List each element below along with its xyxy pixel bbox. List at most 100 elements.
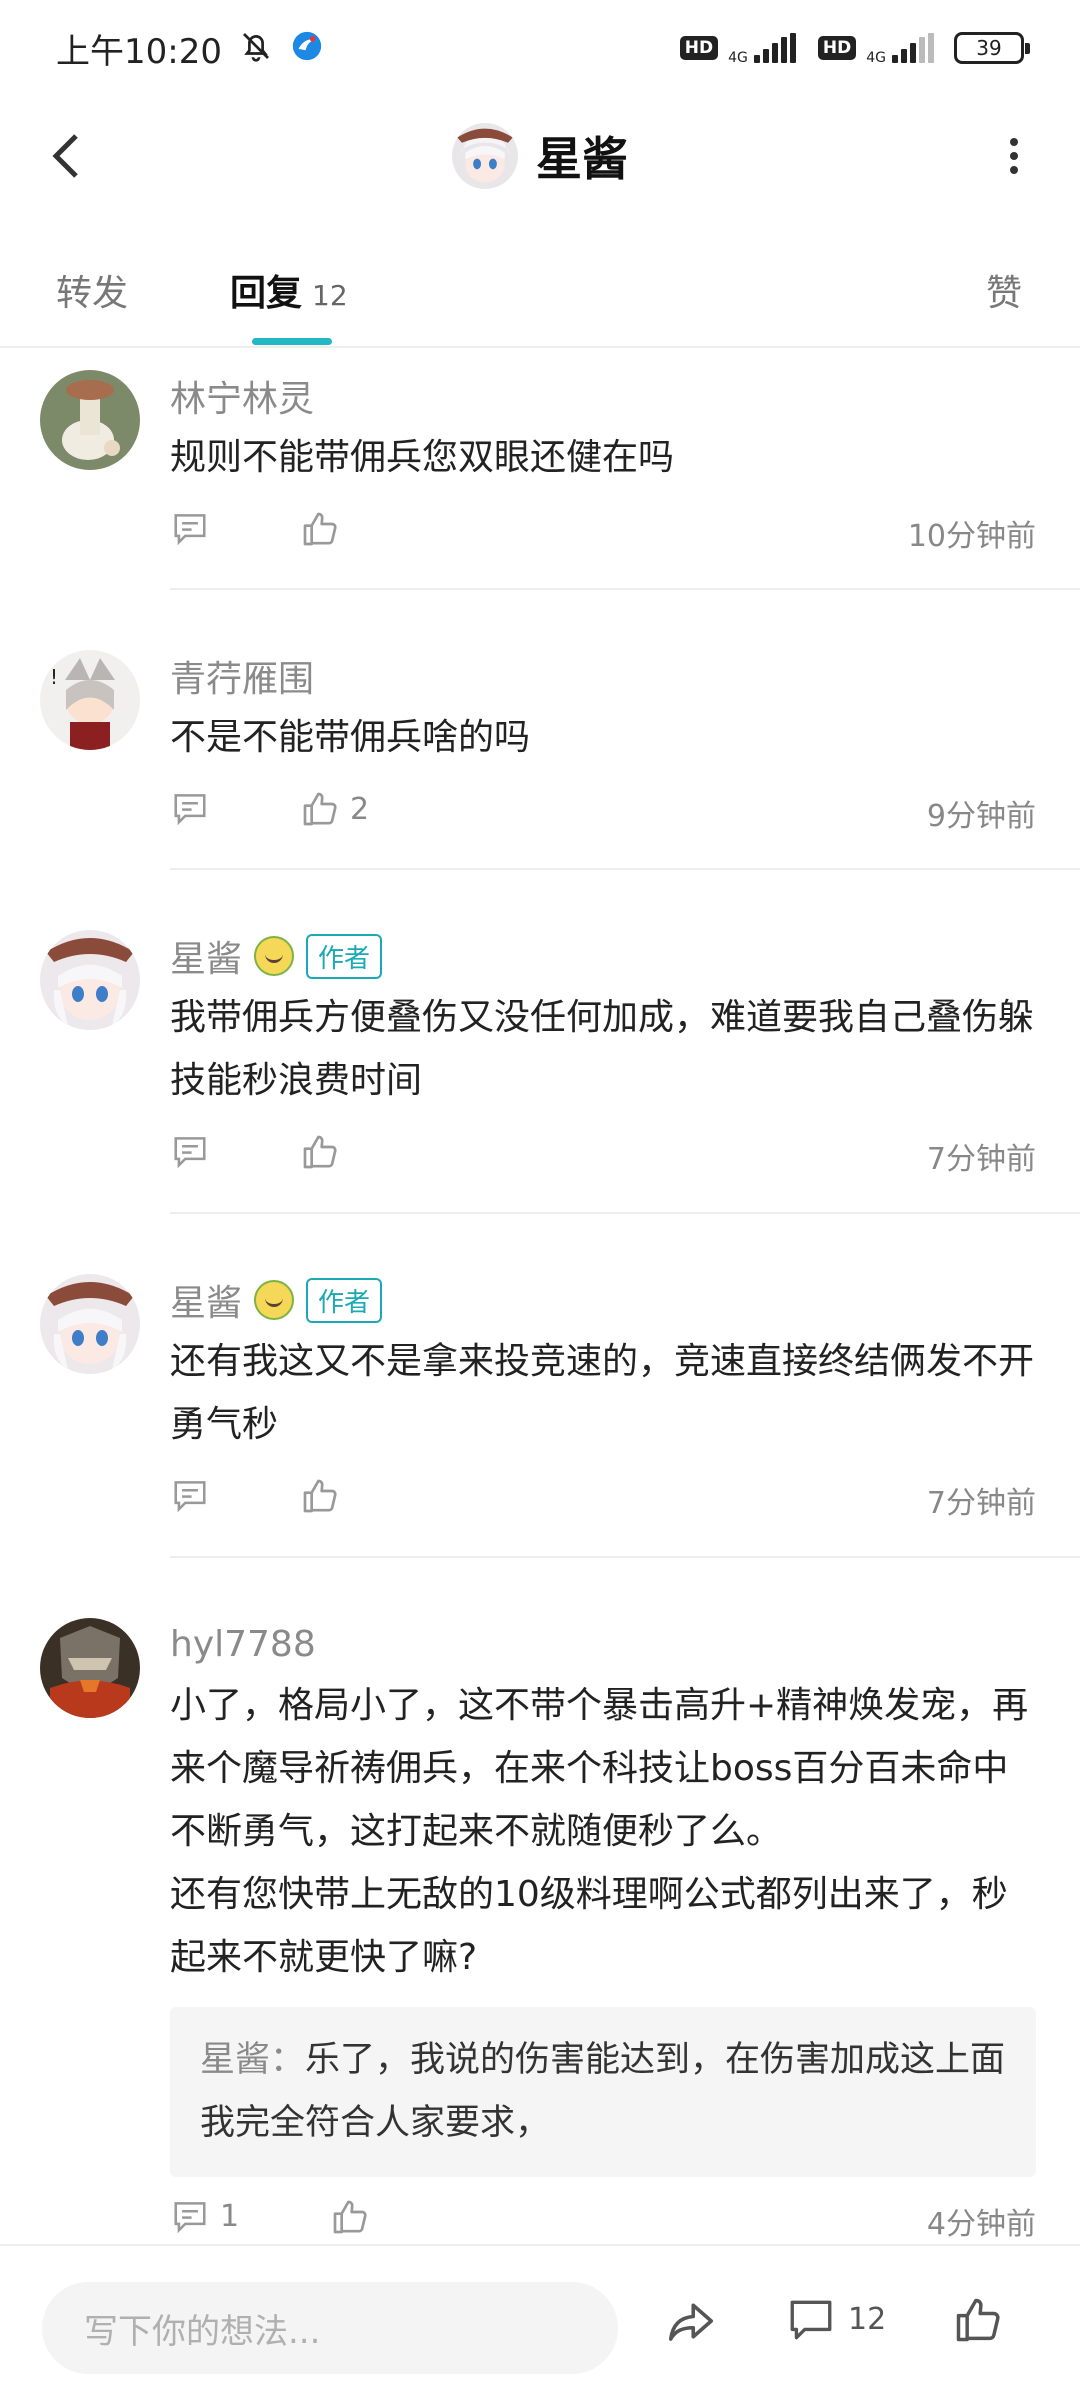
level-badge-icon — [254, 1280, 295, 1320]
network-type-1: 4G — [728, 50, 748, 66]
status-right: HD 4G HD 4G 39 — [679, 30, 1030, 66]
like-button[interactable] — [300, 509, 350, 549]
status-left: 上午10:20 — [56, 24, 324, 73]
comment-author[interactable]: 青荇雁围 — [170, 650, 314, 702]
back-chevron-icon — [52, 134, 78, 178]
tab-likes-label: 赞 — [986, 273, 1023, 314]
comment-actions: 10分钟前 — [170, 499, 1036, 569]
nested-reply-content: 星酱：乐了，我说的伤害能达到，在伤害加成这上面我完全符合人家要求， — [200, 2029, 1006, 2155]
comment-actions: 2 9分钟前 — [170, 779, 1036, 849]
more-vertical-icon — [1010, 138, 1018, 174]
thumbs-up-icon — [303, 1479, 337, 1513]
like-button[interactable] — [300, 1132, 350, 1172]
nested-reply-text: 乐了，我说的伤害能达到，在伤害加成这上面我完全符合人家要求， — [200, 2040, 1006, 2143]
comment-actions: 7分钟前 — [170, 1466, 1036, 1536]
avatar[interactable] — [40, 930, 140, 1030]
comments-count: 12 — [848, 2301, 887, 2337]
comment-icon — [790, 2300, 832, 2340]
comment-time: 4分钟前 — [926, 2207, 1036, 2240]
thumbs-up-icon — [303, 1135, 337, 1169]
comment-icon — [174, 794, 206, 826]
divider — [170, 588, 1080, 590]
status-bar: 上午10:20 HD 4G HD 4G 39 — [0, 0, 1080, 96]
nested-reply-author[interactable]: 星酱 — [200, 2040, 270, 2080]
nested-reply-separator: ： — [270, 2040, 306, 2080]
avatar[interactable]: ! — [40, 650, 140, 750]
comment-body: 青荇雁围 不是不能带佣兵啥的吗 2 9分钟前 — [170, 650, 1036, 849]
hd-label-1: HD — [679, 36, 719, 60]
comment-list[interactable]: 林宁林灵 规则不能带佣兵您双眼还健在吗 10分钟前 ! 青荇雁围 不是不能带佣兵… — [0, 350, 1080, 2240]
avatar[interactable] — [40, 1274, 140, 1374]
network-type-2: 4G — [866, 50, 886, 66]
like-button[interactable]: 2 — [300, 789, 369, 829]
like-post-button[interactable] — [952, 2294, 1004, 2346]
comment-time: 7分钟前 — [926, 1486, 1036, 1521]
hd-label-2: HD — [817, 36, 857, 60]
comment-header: 青荇雁围 — [170, 650, 1036, 702]
divider — [170, 868, 1080, 870]
comment-actions: 7分钟前 — [170, 1122, 1036, 1192]
tab-replies-label: 回复 — [230, 273, 303, 314]
signal-icon-1 — [753, 33, 796, 63]
comment-body: hyl7788 小了，格局小了，这不带个暴击高升+精神焕发宠，再来个魔导祈祷佣兵… — [170, 1618, 1036, 2240]
thumbs-up-icon — [333, 2200, 367, 2234]
reply-count: 1 — [220, 2198, 240, 2234]
avatar[interactable] — [40, 370, 140, 470]
tab-likes[interactable]: 赞 — [986, 264, 1022, 316]
divider — [170, 1556, 1080, 1558]
author-badge: 作者 — [306, 933, 383, 979]
share-arrow-icon — [668, 2303, 714, 2341]
battery-icon: 39 — [954, 32, 1030, 64]
comment-author[interactable]: 林宁林灵 — [170, 370, 314, 422]
tab-bar: 转发 回复 12 赞 — [0, 240, 1080, 348]
like-button[interactable] — [330, 2197, 370, 2237]
tab-indicator — [252, 338, 332, 345]
mute-bell-icon — [238, 28, 274, 68]
reply-button[interactable]: 1 — [170, 2197, 239, 2235]
comment-time: 7分钟前 — [926, 1142, 1036, 1177]
reply-button[interactable] — [170, 1132, 210, 1170]
nested-reply[interactable]: 星酱：乐了，我说的伤害能达到，在伤害加成这上面我完全符合人家要求， — [170, 2007, 1036, 2177]
comment-text: 规则不能带佣兵您双眼还健在吗 — [170, 437, 675, 478]
thumbs-up-icon — [303, 512, 337, 546]
thumbs-up-icon — [303, 792, 337, 826]
tab-repost-label: 转发 — [56, 273, 129, 314]
comment-time: 9分钟前 — [926, 799, 1036, 834]
comment-author[interactable]: hyl7788 — [170, 1624, 316, 1665]
header-title: 星酱 — [452, 123, 628, 189]
comment-icon — [174, 1481, 206, 1513]
like-count: 2 — [350, 791, 370, 827]
tab-replies-count: 12 — [312, 279, 348, 312]
svg-text:!: ! — [50, 665, 58, 689]
comment-body: 星酱 作者 还有我这又不是拿来投竞速的，竞速直接终结俩发不开勇气秒 7分钟前 — [170, 1274, 1036, 1536]
share-button[interactable] — [664, 2294, 718, 2348]
comment-author[interactable]: 星酱 — [170, 1274, 242, 1326]
app-notification-icon — [290, 29, 324, 67]
divider — [170, 1212, 1080, 1214]
status-time: 上午10:20 — [56, 31, 222, 72]
avatar[interactable] — [40, 1618, 140, 1718]
header: 星酱 — [0, 96, 1080, 216]
reply-button[interactable] — [170, 789, 210, 827]
comment-body: 星酱 作者 我带佣兵方便叠伤又没任何加成，难道要我自己叠伤躲技能秒浪费时间 7分… — [170, 930, 1036, 1192]
more-options-button[interactable] — [984, 126, 1044, 186]
level-badge-icon — [254, 936, 295, 976]
tab-repost[interactable]: 转发 — [56, 264, 128, 316]
like-button[interactable] — [300, 1476, 350, 1516]
comment-text: 我带佣兵方便叠伤又没任何加成，难道要我自己叠伤躲技能秒浪费时间 — [170, 997, 1035, 1101]
comment-icon — [174, 1137, 206, 1169]
reply-button[interactable] — [170, 1476, 210, 1514]
comment-text: 小了，格局小了，这不带个暴击高升+精神焕发宠，再来个魔导祈祷佣兵，在来个科技让b… — [170, 1685, 1029, 1978]
comment-actions: 1 4分钟前 — [170, 2187, 1036, 2240]
avatar[interactable] — [452, 123, 518, 189]
comment-author[interactable]: 星酱 — [170, 930, 242, 982]
thumbs-up-icon — [956, 2298, 1000, 2342]
comment-input[interactable]: 写下你的想法... — [42, 2282, 618, 2374]
tab-replies[interactable]: 回复 12 — [230, 264, 348, 316]
author-badge: 作者 — [306, 1277, 383, 1323]
back-button[interactable] — [36, 126, 96, 186]
comment-text: 还有我这又不是拿来投竞速的，竞速直接终结俩发不开勇气秒 — [170, 1341, 1035, 1445]
comment-header: 星酱 作者 — [170, 1274, 1036, 1326]
reply-button[interactable] — [170, 509, 210, 547]
comments-button[interactable]: 12 — [786, 2294, 886, 2344]
